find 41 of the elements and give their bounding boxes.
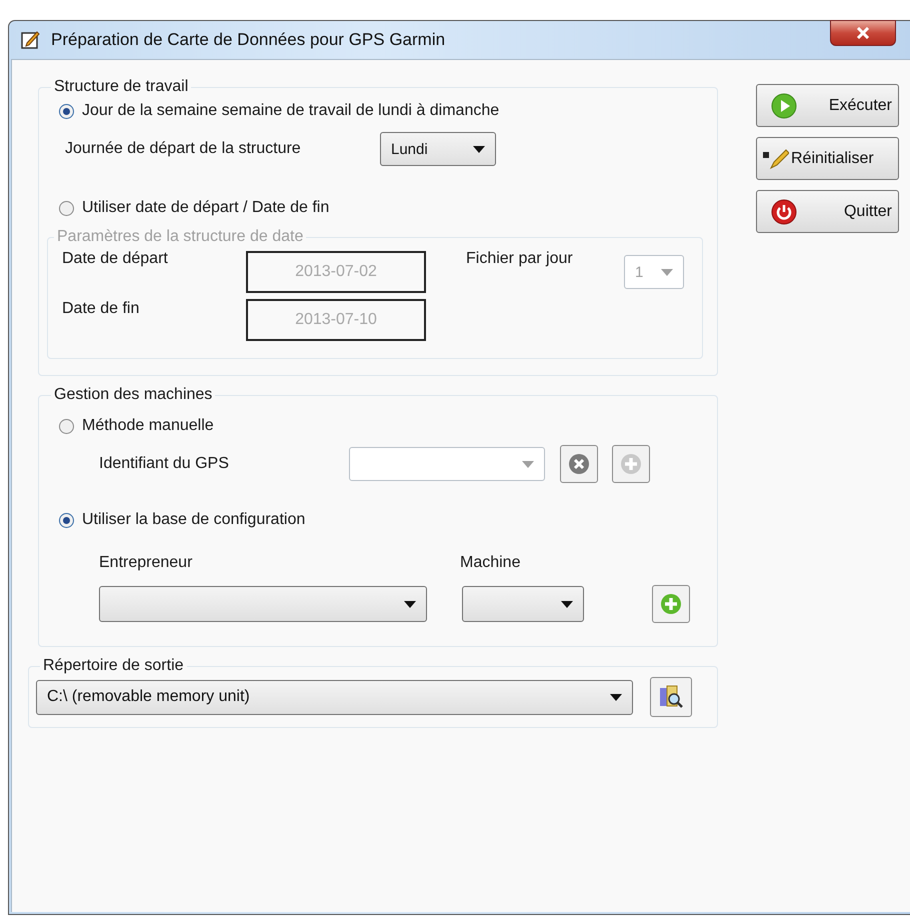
radio-button[interactable]: Jour de la semaine semaine de travail de lundi à dimanche <box>59 102 500 120</box>
caret-icon <box>473 146 485 152</box>
remove-button[interactable] <box>560 445 598 483</box>
caret-icon <box>522 460 534 468</box>
radio-button[interactable]: Méthode manuelle <box>59 417 214 435</box>
dropdown[interactable] <box>462 586 584 622</box>
power-icon <box>771 198 797 224</box>
dropdown[interactable]: Lundi <box>380 132 496 166</box>
field-label: Date de départ <box>62 250 169 268</box>
dropdown[interactable] <box>99 586 427 622</box>
radio-button[interactable]: Utiliser date de départ / Date de fin <box>59 199 330 217</box>
radio-button[interactable]: Utiliser la base de configuration <box>59 511 306 529</box>
plus-icon <box>620 453 642 475</box>
dropdown[interactable]: C:\ (removable memory unit) <box>36 680 633 714</box>
close-icon <box>856 27 870 39</box>
group-title: Répertoire de sortie <box>42 657 185 675</box>
reset-button[interactable]: Réinitialiser <box>756 137 899 180</box>
caret-icon <box>661 268 673 276</box>
caret-icon <box>404 600 416 608</box>
group-title: Gestion des machines <box>53 386 214 404</box>
browse-button[interactable] <box>650 677 692 717</box>
add-button[interactable] <box>652 585 690 623</box>
caret-icon <box>610 694 622 700</box>
field-label: Entrepreneur <box>99 554 194 572</box>
field-label: Machine <box>460 554 520 572</box>
field-label: Fichier par jour <box>466 250 574 268</box>
group-title: Structure de travail <box>53 78 190 96</box>
caret-icon <box>561 600 573 608</box>
window-title: Préparation de Carte de Données pour GPS Garmin <box>51 30 446 50</box>
quit-button[interactable]: Quitter <box>756 190 899 233</box>
play-icon <box>771 92 797 118</box>
close-button[interactable] <box>830 20 896 46</box>
field-label: Journée de départ de la structure <box>65 140 302 158</box>
plus-icon <box>660 593 682 615</box>
notepad-icon <box>21 30 41 50</box>
pencil-icon <box>763 148 789 170</box>
field-label: Date de fin <box>62 300 140 318</box>
field-label: Identifiant du GPS <box>99 455 230 473</box>
close-icon <box>568 453 590 475</box>
group-title: Paramètres de la structure de date <box>56 228 304 246</box>
run-button[interactable]: Exécuter <box>756 84 899 127</box>
